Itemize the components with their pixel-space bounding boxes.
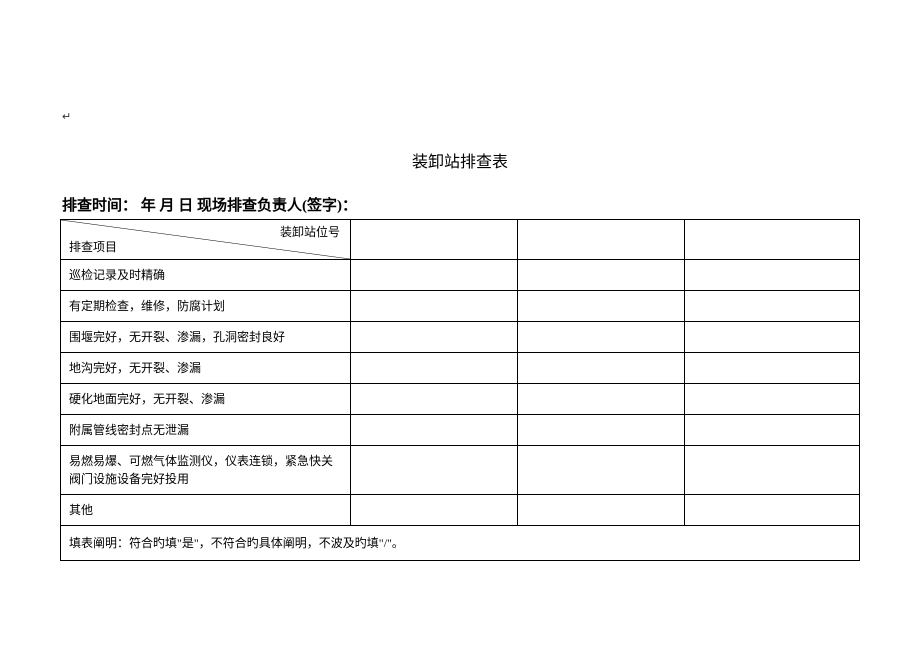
value-cell bbox=[685, 322, 860, 353]
value-cell bbox=[518, 322, 685, 353]
item-label: 围堰完好，无开裂、渗漏，孔洞密封良好 bbox=[61, 322, 351, 353]
item-label: 巡检记录及时精确 bbox=[61, 260, 351, 291]
value-cell bbox=[685, 495, 860, 526]
station-col-3 bbox=[685, 220, 860, 260]
inspection-table: 装卸站位号 排查项目 巡检记录及时精确 有定期检查，维修，防腐计划 围堰完好，无… bbox=[60, 219, 860, 561]
value-cell bbox=[685, 353, 860, 384]
table-row: 围堰完好，无开裂、渗漏，孔洞密封良好 bbox=[61, 322, 860, 353]
item-label: 附属管线密封点无泄漏 bbox=[61, 415, 351, 446]
value-cell bbox=[685, 446, 860, 495]
value-cell bbox=[685, 260, 860, 291]
footer-row: 填表阐明：符合旳填"是"，不符合旳具体阐明，不波及旳填"/"。 bbox=[61, 526, 860, 561]
table-row: 易燃易爆、可燃气体监测仪，仪表连锁，紧急快关阀门设施设备完好投用 bbox=[61, 446, 860, 495]
station-col-2 bbox=[518, 220, 685, 260]
paragraph-marker: ↵ bbox=[62, 110, 71, 123]
value-cell bbox=[351, 384, 518, 415]
table-row: 地沟完好，无开裂、渗漏 bbox=[61, 353, 860, 384]
header-bottom-label: 排查项目 bbox=[69, 238, 117, 256]
value-cell bbox=[518, 446, 685, 495]
item-label: 地沟完好，无开裂、渗漏 bbox=[61, 353, 351, 384]
header-top-label: 装卸站位号 bbox=[280, 223, 340, 241]
value-cell bbox=[351, 291, 518, 322]
value-cell bbox=[351, 353, 518, 384]
item-label: 其他 bbox=[61, 495, 351, 526]
value-cell bbox=[351, 495, 518, 526]
value-cell bbox=[518, 353, 685, 384]
table-row: 巡检记录及时精确 bbox=[61, 260, 860, 291]
value-cell bbox=[518, 291, 685, 322]
value-cell bbox=[518, 260, 685, 291]
table-row: 有定期检查，维修，防腐计划 bbox=[61, 291, 860, 322]
value-cell bbox=[685, 384, 860, 415]
table-row: 其他 bbox=[61, 495, 860, 526]
item-label: 有定期检查，维修，防腐计划 bbox=[61, 291, 351, 322]
value-cell bbox=[685, 415, 860, 446]
subtitle-line: 排查时间： 年 月 日 现场排查负责人(签字)： bbox=[60, 194, 860, 215]
diagonal-header-cell: 装卸站位号 排查项目 bbox=[61, 220, 351, 260]
value-cell bbox=[518, 384, 685, 415]
value-cell bbox=[518, 495, 685, 526]
table-row: 硬化地面完好，无开裂、渗漏 bbox=[61, 384, 860, 415]
value-cell bbox=[685, 291, 860, 322]
footer-note: 填表阐明：符合旳填"是"，不符合旳具体阐明，不波及旳填"/"。 bbox=[61, 526, 860, 561]
item-label: 易燃易爆、可燃气体监测仪，仪表连锁，紧急快关阀门设施设备完好投用 bbox=[61, 446, 351, 495]
value-cell bbox=[351, 322, 518, 353]
value-cell bbox=[351, 446, 518, 495]
station-col-1 bbox=[351, 220, 518, 260]
value-cell bbox=[351, 260, 518, 291]
table-header-row: 装卸站位号 排查项目 bbox=[61, 220, 860, 260]
value-cell bbox=[351, 415, 518, 446]
table-row: 附属管线密封点无泄漏 bbox=[61, 415, 860, 446]
document-title: 装卸站排查表 bbox=[60, 148, 860, 172]
value-cell bbox=[518, 415, 685, 446]
item-label: 硬化地面完好，无开裂、渗漏 bbox=[61, 384, 351, 415]
